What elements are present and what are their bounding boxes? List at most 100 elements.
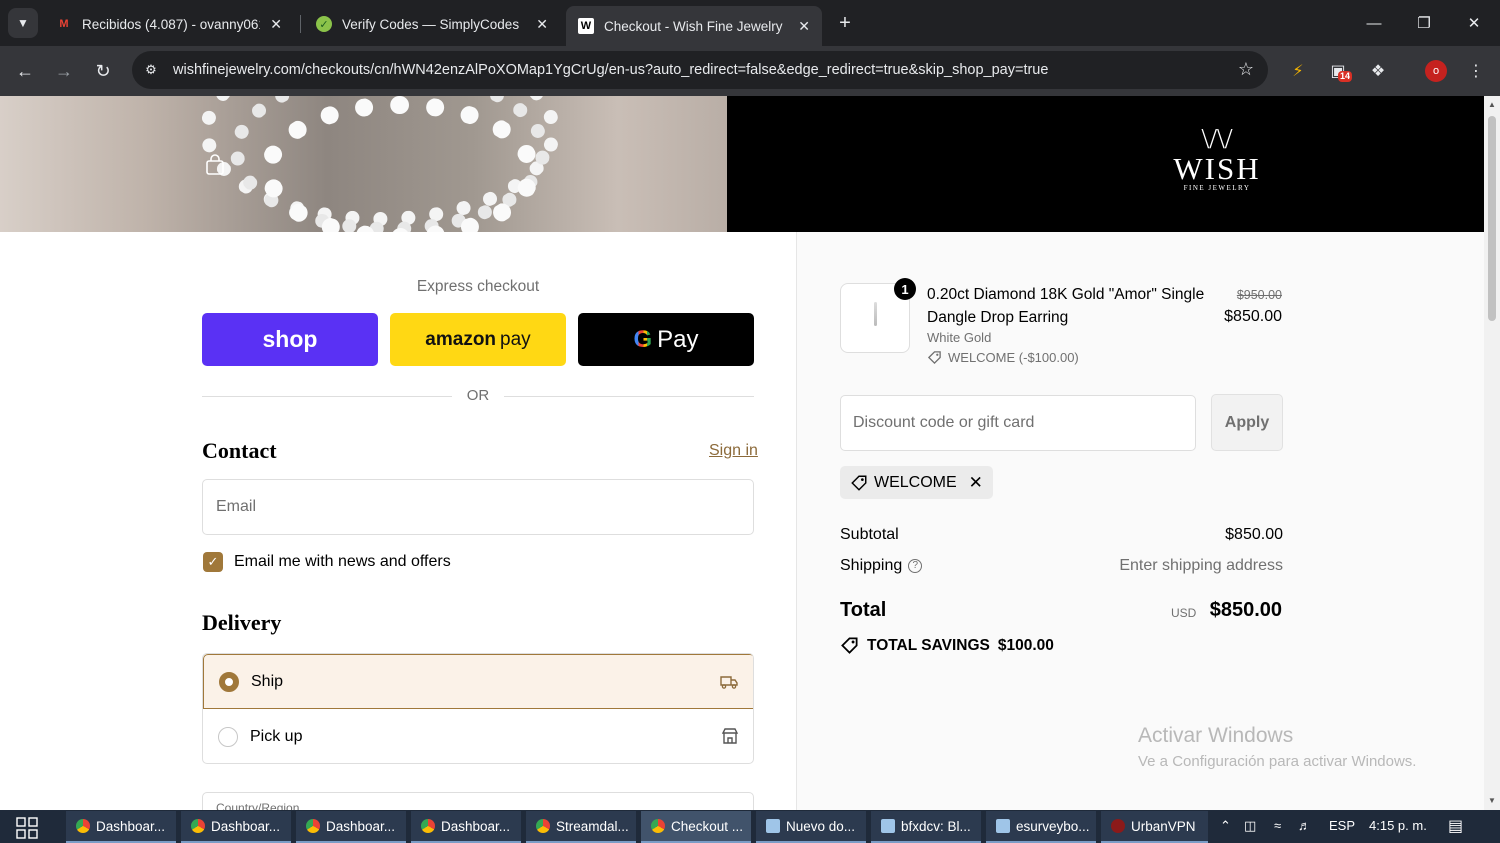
activate-windows-text: Ve a Configuración para activar Windows.	[1138, 753, 1417, 770]
country-label: Country/Region	[216, 801, 300, 810]
radio-unselected[interactable]	[218, 726, 238, 747]
product-discount: WELCOME (-$100.00)	[927, 350, 1079, 365]
total-label: Total	[840, 599, 887, 621]
wifi-icon[interactable]: ≈	[1274, 818, 1281, 833]
total-savings: TOTAL SAVINGS $100.00	[840, 636, 1054, 655]
tab-simplycodes[interactable]: ✓ Verify Codes — SimplyCodes ✕	[304, 6, 560, 42]
chrome-icon	[421, 819, 435, 833]
restore-button[interactable]: ❐	[1409, 8, 1439, 38]
scroll-thumb[interactable]	[1488, 116, 1496, 321]
shop-pay-label: shop	[262, 326, 318, 352]
site-info-icon[interactable]: ⚙	[142, 61, 160, 79]
close-icon[interactable]: ✕	[798, 18, 810, 35]
extension-icon[interactable]: ▣14	[1326, 59, 1353, 83]
shop-pay-button[interactable]: shop	[202, 313, 378, 366]
help-icon[interactable]: ?	[908, 558, 923, 573]
taskbar-item-chrome-active[interactable]: Checkout ...	[641, 811, 751, 843]
cart-bag-icon[interactable]	[204, 154, 226, 176]
wish-logo[interactable]: \/\/ WISH FINE JEWELRY	[1167, 124, 1267, 193]
volume-icon[interactable]: ♬	[1298, 818, 1311, 833]
close-icon[interactable]: ✕	[270, 16, 282, 33]
scroll-up-arrow[interactable]: ▲	[1488, 100, 1496, 109]
subtotal-value: $850.00	[1225, 526, 1283, 543]
email-field[interactable]: Email	[202, 479, 754, 535]
chrome-icon	[651, 819, 665, 833]
close-icon[interactable]: ✕	[536, 16, 548, 33]
extension-badge: 14	[1338, 71, 1353, 82]
delivery-option-pickup[interactable]: Pick up	[203, 709, 753, 763]
taskbar-label: Dashboar...	[441, 818, 511, 834]
url-text[interactable]: wishfinejewelry.com/checkouts/cn/hWN42en…	[173, 62, 1048, 78]
taskbar-item-chrome[interactable]: Dashboar...	[296, 811, 406, 843]
tab-gmail[interactable]: M Recibidos (4.087) - ovanny0613 ✕	[44, 6, 294, 42]
taskbar-label: esurveybo...	[1016, 818, 1090, 834]
taskbar-item-chrome[interactable]: Streamdal...	[526, 811, 636, 843]
newsletter-label[interactable]: Email me with news and offers	[234, 553, 451, 571]
discount-code-input[interactable]: Discount code or gift card	[840, 395, 1196, 451]
tray-chevron-up-icon[interactable]: ⌃	[1220, 818, 1231, 834]
profile-avatar[interactable]: o	[1424, 59, 1448, 83]
taskbar-label: Dashboar...	[326, 818, 396, 834]
minimize-button[interactable]: —	[1359, 8, 1389, 38]
ship-label: Ship	[251, 672, 284, 690]
language-indicator[interactable]: ESP	[1329, 818, 1355, 833]
new-tab-button[interactable]: +	[832, 10, 858, 36]
truck-icon	[720, 676, 738, 689]
radio-selected[interactable]	[219, 671, 239, 692]
compare-at-price: $950.00	[1236, 288, 1282, 302]
tab-search-button[interactable]: ▼	[8, 8, 38, 38]
clock[interactable]: 4:15 p. m.	[1369, 818, 1427, 833]
bookmark-star-icon[interactable]: ☆	[1238, 59, 1254, 80]
task-view-icon[interactable]	[16, 817, 38, 839]
remove-discount-close-icon[interactable]: ✕	[969, 473, 983, 493]
google-pay-button[interactable]: G Pay	[578, 313, 754, 366]
taskbar-item-chrome[interactable]: Dashboar...	[181, 811, 291, 843]
delivery-option-ship[interactable]: Ship	[203, 654, 753, 709]
tag-icon	[927, 351, 941, 365]
amazon-pay-label: pay	[500, 328, 531, 350]
chrome-icon	[536, 819, 550, 833]
tab-title: Recibidos (4.087) - ovanny0613	[82, 16, 261, 32]
apply-button[interactable]: Apply	[1211, 394, 1283, 451]
taskbar-item-chrome[interactable]: Dashboar...	[411, 811, 521, 843]
taskbar-label: Streamdal...	[556, 818, 629, 834]
delivery-heading: Delivery	[202, 610, 282, 635]
taskbar-item-chrome[interactable]: Dashboar...	[66, 811, 176, 843]
total-value: $850.00	[1209, 599, 1282, 621]
profile-initial: o	[1425, 60, 1447, 82]
extension-honey-icon[interactable]: ⚡	[1286, 59, 1310, 83]
shipping-label: Shipping	[840, 557, 903, 574]
logo-diamond-icon: \/\/	[1201, 124, 1233, 155]
menu-kebab-icon[interactable]: ⋮	[1464, 59, 1488, 83]
subtotal-label: Subtotal	[840, 526, 899, 543]
or-divider-text: OR	[466, 387, 490, 404]
delivery-method-group: Ship Pick up	[202, 653, 754, 764]
back-button[interactable]: ←	[10, 56, 40, 86]
taskbar-item-urbanvpn[interactable]: UrbanVPN	[1101, 811, 1208, 843]
address-bar[interactable]: ⚙ wishfinejewelry.com/checkouts/cn/hWN42…	[132, 51, 1268, 89]
battery-icon[interactable]: ◫	[1244, 818, 1256, 834]
amazon-pay-button[interactable]: amazon pay	[390, 313, 566, 366]
scroll-down-arrow[interactable]: ▼	[1488, 796, 1496, 805]
close-window-button[interactable]: ✕	[1459, 8, 1489, 38]
page-scrollbar[interactable]: ▲ ▼	[1484, 96, 1500, 810]
taskbar-item-notepad[interactable]: esurveybo...	[986, 811, 1096, 843]
newsletter-checkbox[interactable]: ✓	[203, 552, 223, 572]
currency-code: USD	[1171, 606, 1197, 620]
forward-button[interactable]: →	[49, 56, 79, 86]
store-icon	[721, 728, 739, 744]
taskbar-item-notepad[interactable]: Nuevo do...	[756, 811, 866, 843]
tag-icon	[851, 475, 867, 491]
activate-windows-title: Activar Windows	[1138, 724, 1294, 747]
reload-button[interactable]: ↻	[88, 56, 118, 86]
hero-bracelet-image	[0, 96, 727, 232]
sign-in-link[interactable]: Sign in	[709, 442, 758, 460]
taskbar-label: Checkout ...	[671, 818, 744, 834]
tab-checkout[interactable]: W Checkout - Wish Fine Jewelry ✕	[566, 6, 822, 46]
extensions-puzzle-icon[interactable]: ❖	[1366, 59, 1390, 83]
shipping-value: Enter shipping address	[1119, 557, 1283, 574]
notifications-icon[interactable]: ▤	[1448, 816, 1463, 836]
country-region-select[interactable]: Country/Region	[202, 792, 754, 810]
tag-icon	[841, 637, 858, 654]
taskbar-item-notepad[interactable]: bfxdcv: Bl...	[871, 811, 981, 843]
